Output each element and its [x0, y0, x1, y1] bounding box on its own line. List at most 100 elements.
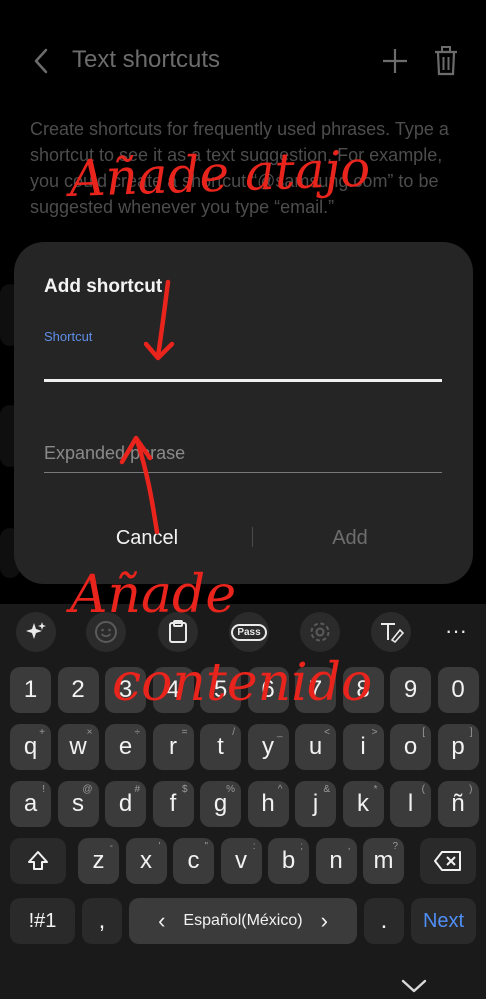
- key-ñ[interactable]: ñ): [437, 781, 479, 827]
- key-label: 0: [451, 676, 465, 703]
- key-label: x: [140, 847, 152, 874]
- emoji-icon[interactable]: [86, 612, 126, 652]
- key-secondary-label: ): [469, 784, 473, 795]
- key-9[interactable]: 9: [390, 667, 431, 713]
- key-label: 1: [23, 676, 38, 703]
- key-label: m: [373, 847, 394, 874]
- backspace-key[interactable]: [420, 838, 476, 884]
- key-label: ñ: [451, 790, 465, 817]
- key-label: 7: [308, 676, 323, 703]
- key-2[interactable]: 2: [57, 667, 99, 713]
- key-1[interactable]: 1: [10, 667, 51, 713]
- delete-icon[interactable]: [432, 45, 460, 77]
- key-8[interactable]: 8: [342, 667, 384, 713]
- button-divider: [252, 527, 253, 547]
- key-label: d: [118, 790, 133, 817]
- symbols-key[interactable]: !#1: [10, 898, 75, 944]
- key-j[interactable]: j &: [295, 781, 336, 827]
- key-y[interactable]: y _: [247, 724, 289, 770]
- key-label: n: [329, 847, 343, 874]
- shortcut-input-underline: [44, 379, 442, 382]
- expanded-phrase-underline: [44, 472, 442, 473]
- comma-key[interactable]: ,: [82, 898, 122, 944]
- key-secondary-label: @: [82, 784, 93, 795]
- key-k[interactable]: k *: [342, 781, 384, 827]
- shift-key[interactable]: [10, 838, 66, 884]
- add-icon[interactable]: [380, 46, 410, 76]
- pass-icon[interactable]: Pass: [229, 612, 269, 652]
- shortcut-field-label: Shortcut: [44, 329, 93, 344]
- key-g[interactable]: g%: [200, 781, 241, 827]
- key-a[interactable]: a!: [10, 781, 51, 827]
- settings-icon[interactable]: [300, 612, 340, 652]
- key-n[interactable]: n,: [315, 838, 357, 884]
- hide-keyboard-icon[interactable]: [400, 978, 428, 994]
- sparkle-icon[interactable]: [16, 612, 56, 652]
- key-label: w: [69, 733, 87, 760]
- add-button[interactable]: Add: [270, 522, 430, 554]
- key-q[interactable]: q +: [10, 724, 51, 770]
- space-bar[interactable]: ‹ Español(México) ›: [129, 898, 357, 944]
- key-6[interactable]: 6: [247, 667, 289, 713]
- key-secondary-label: %: [226, 784, 235, 795]
- key-secondary-label: *: [373, 784, 378, 795]
- key-label: o: [403, 733, 418, 760]
- key-e[interactable]: e ÷: [105, 724, 146, 770]
- key-3[interactable]: 3: [105, 667, 146, 713]
- page-title: Text shortcuts: [72, 46, 221, 73]
- handwriting-icon[interactable]: [371, 612, 411, 652]
- period-key[interactable]: .: [364, 898, 404, 944]
- key-d[interactable]: d #: [105, 781, 146, 827]
- key-l[interactable]: l(: [390, 781, 431, 827]
- key-label: h: [261, 790, 275, 817]
- key-5[interactable]: 5: [200, 667, 241, 713]
- key-h[interactable]: h ^: [247, 781, 289, 827]
- key-m[interactable]: m?: [363, 838, 404, 884]
- key-t[interactable]: t /: [200, 724, 241, 770]
- back-arrow-icon[interactable]: [28, 46, 56, 76]
- key-s[interactable]: s @: [57, 781, 99, 827]
- key-label: k: [357, 790, 369, 817]
- key-0[interactable]: 0: [437, 667, 479, 713]
- key-b[interactable]: b;: [268, 838, 309, 884]
- shortcut-input[interactable]: [44, 346, 442, 380]
- key-label: e: [118, 733, 133, 760]
- expanded-phrase-input[interactable]: Expanded phrase: [44, 443, 185, 464]
- backspace-icon: [434, 851, 461, 871]
- clipboard-icon[interactable]: [158, 612, 198, 652]
- language-label: Español(México): [183, 912, 303, 929]
- key-secondary-label: -: [109, 841, 113, 852]
- key-secondary-label: ÷: [134, 727, 141, 738]
- key-secondary-label: +: [39, 727, 45, 738]
- key-p[interactable]: p]: [437, 724, 479, 770]
- key-label: j: [312, 790, 319, 817]
- key-7[interactable]: 7: [295, 667, 336, 713]
- key-r[interactable]: r =: [152, 724, 194, 770]
- key-label: l: [407, 790, 414, 817]
- key-o[interactable]: o[: [390, 724, 431, 770]
- more-icon[interactable]: ···: [440, 618, 472, 646]
- key-secondary-label: !: [42, 784, 45, 795]
- cancel-button[interactable]: Cancel: [62, 522, 232, 554]
- next-key[interactable]: Next: [411, 898, 476, 944]
- key-i[interactable]: i >: [342, 724, 384, 770]
- key-label: c: [187, 847, 200, 874]
- key-secondary-label: ;: [300, 841, 303, 852]
- pass-label: Pass: [231, 623, 267, 641]
- key-f[interactable]: f $: [152, 781, 194, 827]
- key-secondary-label: ': [158, 841, 161, 852]
- key-label: 5: [213, 676, 228, 703]
- key-w[interactable]: w ×: [57, 724, 99, 770]
- language-prev-icon: ‹: [158, 908, 166, 933]
- key-u[interactable]: u <: [295, 724, 336, 770]
- shift-icon: [28, 851, 48, 870]
- key-c[interactable]: c ": [173, 838, 214, 884]
- key-secondary-label: ^: [277, 784, 283, 795]
- key-v[interactable]: v:: [220, 838, 262, 884]
- key-secondary-label: :: [252, 841, 256, 852]
- key-z[interactable]: z-: [78, 838, 119, 884]
- key-secondary-label: [: [422, 727, 425, 738]
- key-label: i: [360, 733, 366, 760]
- key-x[interactable]: x ': [125, 838, 167, 884]
- key-4[interactable]: 4: [152, 667, 194, 713]
